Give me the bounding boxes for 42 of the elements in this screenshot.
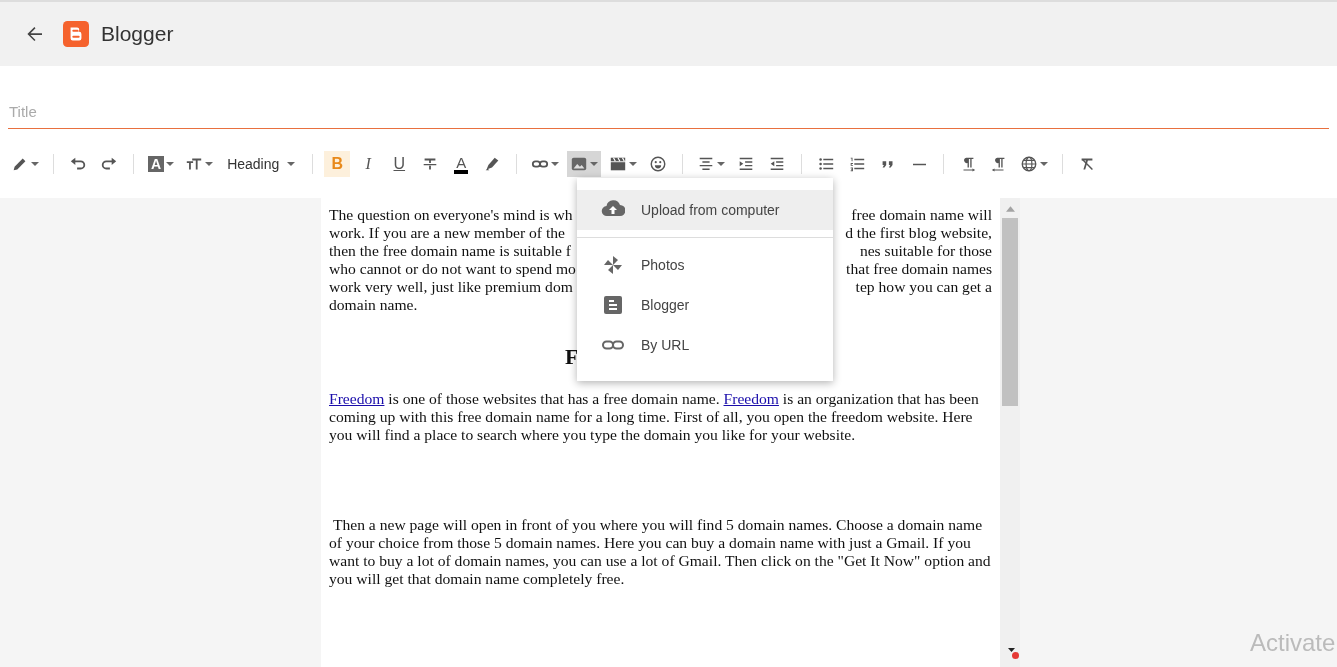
cursor-icon <box>1008 648 1020 660</box>
body-text: who cannot or do not want to spend mo <box>329 260 576 278</box>
globe-icon <box>1020 155 1039 173</box>
body-text: nes suitable for those <box>859 242 992 260</box>
menu-item[interactable]: Photos <box>577 245 833 285</box>
body-text: tep how you can get a <box>855 278 992 296</box>
title-field[interactable]: Title <box>0 66 1337 130</box>
blogger-icon <box>601 293 625 317</box>
text-link[interactable]: Freedom <box>723 390 779 407</box>
menu-item[interactable]: Upload from computer <box>577 190 833 230</box>
horizontal-line-icon <box>912 162 926 166</box>
heading-dropdown[interactable]: Heading <box>221 151 302 177</box>
app-name: Blogger <box>101 22 174 46</box>
smiley-icon <box>649 155 668 173</box>
image-button[interactable] <box>567 151 602 177</box>
numbered-list-icon <box>848 155 867 173</box>
image-icon <box>570 155 589 173</box>
clapperboard-icon <box>609 155 628 173</box>
blogger-logo-icon <box>63 21 89 47</box>
underline-button[interactable]: U <box>386 151 413 177</box>
activation-notice: Activate <box>1250 629 1336 657</box>
italic-button[interactable]: I <box>355 151 382 177</box>
back-arrow-icon[interactable] <box>25 24 45 44</box>
body-paragraph: Freedom is one of those websites that has a free domain name. Freedom is an organization that has been coming up with this free domain name for a long time. First of all, you open the freedom website. Here you will find a place to search where you type the domain you like for your website. <box>329 390 980 444</box>
scrollbar[interactable] <box>1000 198 1020 667</box>
body-text: work very well, just like premium dom <box>329 278 573 296</box>
body-paragraph: Then a new page will open in front of you where you will find 5 domain names. Choose a domain name of your choice from those 5 domain names. Here you can buy a domain name with just a Gmail. If you want to buy a lot of domain names, you can use a lot of Gmail. Then click on the "Get It Now" option and you will get that domain name completely free. <box>329 516 992 588</box>
highlight-color-button[interactable]: A <box>145 151 178 177</box>
menu-item[interactable]: Blogger <box>577 285 833 325</box>
body-text: then the free domain name is suitable f <box>329 242 572 260</box>
body-text: d the first blog website, <box>845 224 992 242</box>
body-text: free domain name will <box>851 206 992 224</box>
pinwheel-icon <box>601 253 625 277</box>
text-color-button[interactable]: A <box>448 151 475 177</box>
bulleted-list-icon <box>817 155 836 173</box>
body-text: The question on everyone's mind is wh <box>329 206 573 224</box>
body-text: work. If you are a new member of the <box>329 224 565 242</box>
text-link[interactable]: Freedom <box>329 390 385 407</box>
body-text: domain name. <box>329 296 418 314</box>
section-heading: F <box>565 344 579 369</box>
menu-item[interactable]: By URL <box>577 325 833 365</box>
body-text: that free domain names <box>846 260 992 278</box>
